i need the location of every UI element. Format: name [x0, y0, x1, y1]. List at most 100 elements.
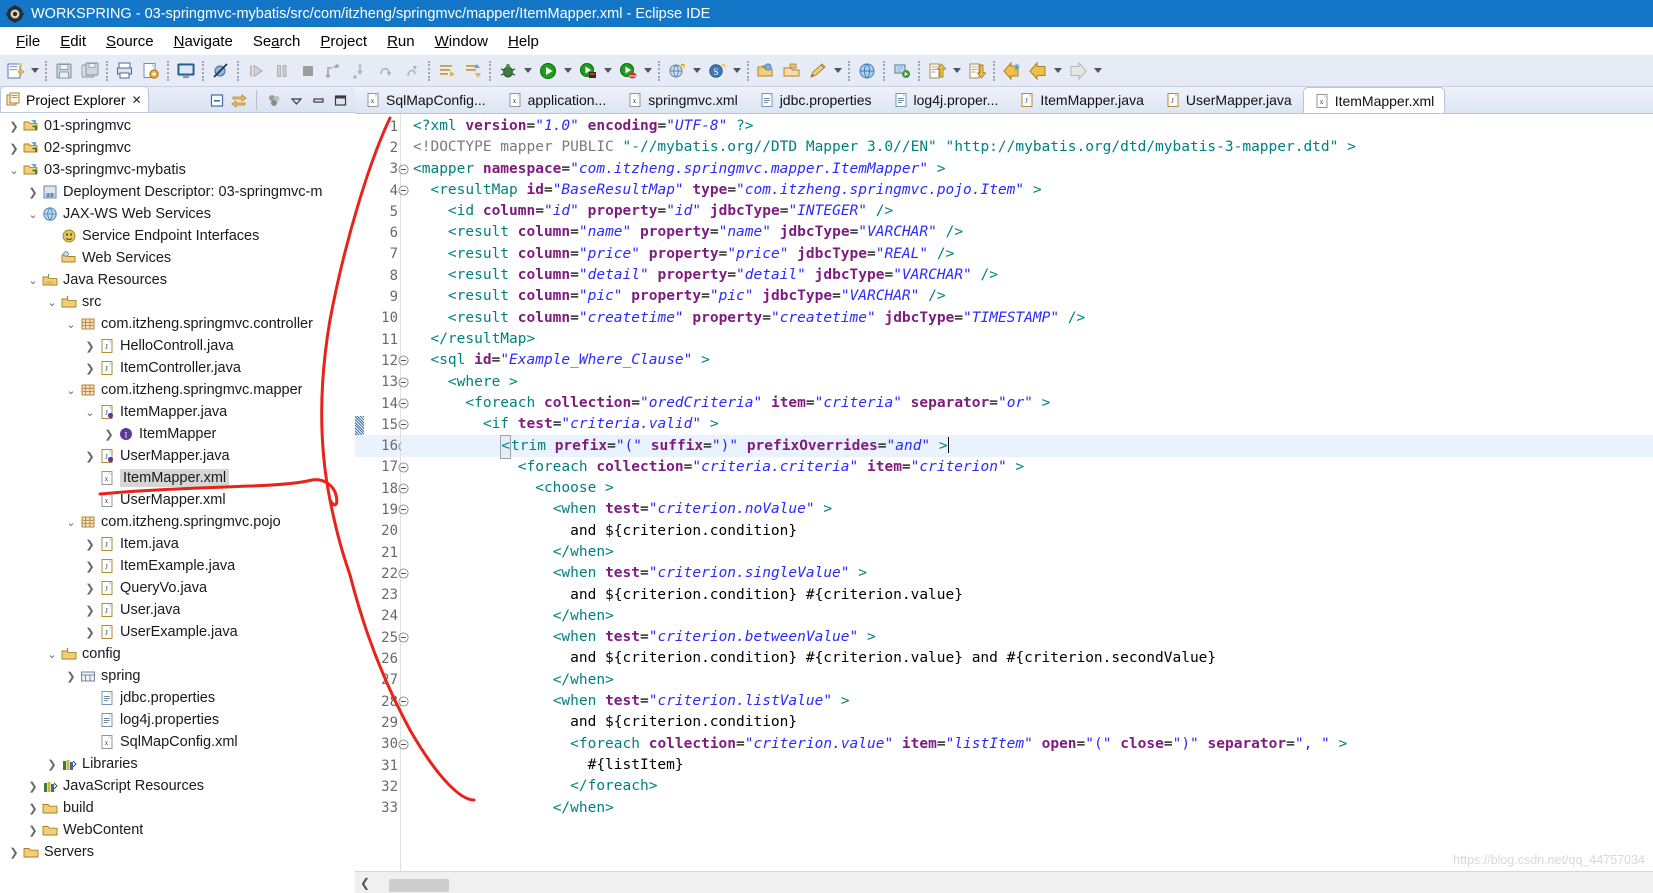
menu-project[interactable]: Project — [310, 31, 377, 52]
editor-tab-springmvc-xml[interactable]: x springmvc.xml — [617, 87, 748, 113]
tree-item-config[interactable]: ⌄ config — [0, 643, 355, 665]
tree-item-spring[interactable]: ❯ spring — [0, 665, 355, 687]
tree-item-jdbc-properties[interactable]: jdbc.properties — [0, 687, 355, 709]
tree-item-service-endpoint-interfaces[interactable]: Service Endpoint Interfaces — [0, 225, 355, 247]
step-into-icon[interactable] — [347, 58, 373, 84]
tree-item-itemmapper-xml[interactable]: x ItemMapper.xml — [0, 467, 355, 489]
project-tree[interactable]: ❯ 01-springmvc ❯ 02-springmvc ⌄ 03-springmvc-… — [0, 113, 355, 893]
tree-item-01-springmvc[interactable]: ❯ 01-springmvc — [0, 115, 355, 137]
chevron-right-icon[interactable]: ❯ — [6, 120, 22, 133]
print-icon[interactable] — [112, 58, 138, 84]
tree-item-03-springmvc-mybatis[interactable]: ⌄ 03-springmvc-mybatis — [0, 159, 355, 181]
code-line-15[interactable]: <if test="criteria.valid" > — [401, 414, 1653, 435]
code-line-17[interactable]: <foreach collection="criteria.criteria" … — [401, 457, 1653, 478]
tree-item-deployment-descriptor-03-springmvc-m[interactable]: ❯ 2.5 Deployment Descriptor: 03-springmvc-… — [0, 181, 355, 203]
chevron-right-icon[interactable]: ❯ — [25, 780, 41, 793]
code-line-1[interactable]: <?xml version="1.0" encoding="UTF-8" ?> — [401, 116, 1653, 137]
chevron-right-icon[interactable]: ❯ — [6, 142, 22, 155]
code-line-19[interactable]: <when test="criterion.noValue" > — [401, 499, 1653, 520]
back-history-icon[interactable] — [999, 58, 1025, 84]
chevron-right-icon[interactable]: ❯ — [6, 846, 22, 859]
chevron-right-icon[interactable]: ❯ — [82, 538, 98, 551]
code-line-21[interactable]: </when> — [401, 542, 1653, 563]
profile-icon[interactable] — [615, 58, 641, 84]
code-line-33[interactable]: </when> — [401, 798, 1653, 819]
code-line-13[interactable]: <where > — [401, 372, 1653, 393]
new-web-project-icon[interactable] — [664, 58, 690, 84]
menu-edit[interactable]: Edit — [50, 31, 96, 52]
editor-tab-sqlmapconfig[interactable]: x SqlMapConfig... — [355, 87, 497, 113]
code-line-30[interactable]: <foreach collection="criterion.value" it… — [401, 734, 1653, 755]
tree-item-jax-ws-web-services[interactable]: ⌄ JAX-WS Web Services — [0, 203, 355, 225]
chevron-right-icon[interactable]: ❯ — [63, 670, 79, 683]
tree-item-usermapper-xml[interactable]: x UserMapper.xml — [0, 489, 355, 511]
chevron-down-icon[interactable]: ⌄ — [82, 406, 98, 419]
save-all-icon[interactable] — [77, 58, 103, 84]
editor-tab-log4j-proper[interactable]: log4j.proper... — [883, 87, 1010, 113]
chevron-down-icon[interactable]: ⌄ — [6, 164, 22, 177]
tree-item-servers[interactable]: ❯ Servers — [0, 841, 355, 863]
open-type-icon[interactable] — [753, 58, 779, 84]
editor-tab-usermapper-java[interactable]: J UserMapper.java — [1155, 87, 1303, 113]
hscroll-thumb[interactable] — [389, 879, 449, 892]
next-edit-location-icon[interactable] — [964, 58, 990, 84]
tree-item-item-java[interactable]: ❯ J Item.java — [0, 533, 355, 555]
forward-icon[interactable] — [1065, 58, 1091, 84]
editor-tab-jdbc-properties[interactable]: jdbc.properties — [749, 87, 883, 113]
tree-item-queryvo-java[interactable]: ❯ J QueryVo.java — [0, 577, 355, 599]
menu-run[interactable]: Run — [377, 31, 425, 52]
previous-edit-location-dropdown-arrow[interactable] — [950, 58, 964, 84]
menu-window[interactable]: Window — [425, 31, 498, 52]
suspend-icon[interactable] — [269, 58, 295, 84]
chevron-right-icon[interactable]: ❯ — [82, 626, 98, 639]
step-over-icon[interactable] — [373, 58, 399, 84]
editor-tab-itemmapper-java[interactable]: J ItemMapper.java — [1009, 87, 1155, 113]
forward-dropdown-arrow[interactable] — [1091, 58, 1105, 84]
tree-item-itemcontroller-java[interactable]: ❯ J ItemController.java — [0, 357, 355, 379]
scroll-left-icon[interactable]: ❮ — [355, 876, 375, 890]
resume-icon[interactable] — [243, 58, 269, 84]
menu-source[interactable]: Source — [96, 31, 164, 52]
code-line-29[interactable]: and ${criterion.condition} — [401, 712, 1653, 733]
chevron-down-icon[interactable]: ⌄ — [63, 384, 79, 397]
code-line-5[interactable]: <id column="id" property="id" jdbcType="… — [401, 201, 1653, 222]
code-line-28[interactable]: <when test="criterion.listValue" > — [401, 691, 1653, 712]
chevron-right-icon[interactable]: ❯ — [82, 604, 98, 617]
chevron-right-icon[interactable]: ❯ — [25, 824, 41, 837]
editor-tab-itemmapper-xml[interactable]: x ItemMapper.xml — [1302, 87, 1446, 113]
export-icon[interactable] — [138, 58, 164, 84]
menu-navigate[interactable]: Navigate — [164, 31, 243, 52]
new-web-project-dropdown-arrow[interactable] — [690, 58, 704, 84]
chevron-right-icon[interactable]: ❯ — [25, 186, 41, 199]
view-menu-icon[interactable] — [286, 90, 306, 110]
code-line-9[interactable]: <result column="pic" property="pic" jdbc… — [401, 286, 1653, 307]
tree-item-webcontent[interactable]: ❯ WebContent — [0, 819, 355, 841]
chevron-right-icon[interactable]: ❯ — [82, 560, 98, 573]
tree-item-sqlmapconfig-xml[interactable]: x SqlMapConfig.xml — [0, 731, 355, 753]
tree-item-user-java[interactable]: ❯ J User.java — [0, 599, 355, 621]
tab-project-explorer[interactable]: Project Explorer ✕ — [0, 86, 149, 112]
search-icon[interactable] — [805, 58, 831, 84]
tree-item-libraries[interactable]: ❯ Libraries — [0, 753, 355, 775]
code-line-20[interactable]: and ${criterion.condition} — [401, 521, 1653, 542]
code-line-18[interactable]: <choose > — [401, 478, 1653, 499]
tree-item-build[interactable]: ❯ build — [0, 797, 355, 819]
chevron-down-icon[interactable]: ⌄ — [25, 274, 41, 287]
skip-breakpoints-icon[interactable] — [208, 58, 234, 84]
code-line-26[interactable]: and ${criterion.condition} #{criterion.v… — [401, 648, 1653, 669]
new-wizard-dropdown-arrow[interactable] — [28, 58, 42, 84]
chevron-right-icon[interactable]: ❯ — [82, 450, 98, 463]
tree-item-javascript-resources[interactable]: ❯ JavaScript Resources — [0, 775, 355, 797]
code-line-16[interactable]: <trim prefix="(" suffix=")" prefixOverri… — [401, 435, 1653, 459]
code-line-3[interactable]: <mapper namespace="com.itzheng.springmvc… — [401, 159, 1653, 180]
minimize-view-icon[interactable] — [308, 90, 328, 110]
code-line-6[interactable]: <result column="name" property="name" jd… — [401, 222, 1653, 243]
chevron-down-icon[interactable]: ⌄ — [44, 648, 60, 661]
run-as-server-icon[interactable] — [575, 58, 601, 84]
save-icon[interactable] — [51, 58, 77, 84]
code-line-11[interactable]: </resultMap> — [401, 329, 1653, 350]
tree-item-02-springmvc[interactable]: ❯ 02-springmvc — [0, 137, 355, 159]
code-line-7[interactable]: <result column="price" property="price" … — [401, 244, 1653, 265]
chevron-right-icon[interactable]: ❯ — [82, 582, 98, 595]
tree-item-com-itzheng-springmvc-controller[interactable]: ⌄ com.itzheng.springmvc.controller — [0, 313, 355, 335]
